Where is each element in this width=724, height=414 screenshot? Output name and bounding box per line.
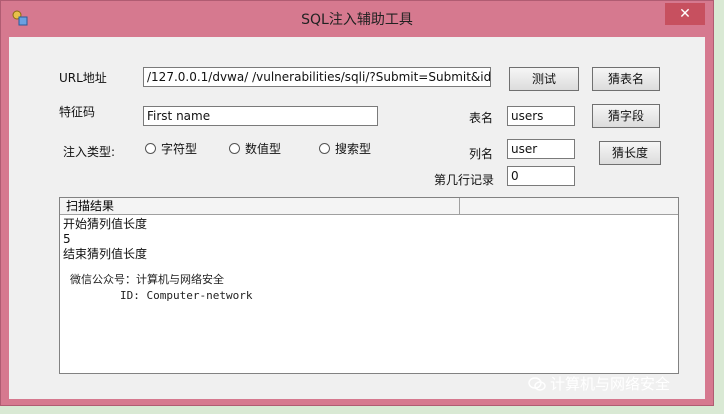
watermark-text: 计算机与网络安全 <box>550 375 671 393</box>
result-line: 开始猜列值长度 <box>63 217 148 231</box>
guess-length-button[interactable]: 猜长度 <box>599 141 661 165</box>
feature-input[interactable]: First name <box>143 106 378 126</box>
table-name-label: 表名 <box>469 111 494 125</box>
client-area: URL地址 /127.0.0.1/dvwa/ /vulnerabilities/… <box>9 37 705 399</box>
results-body: 开始猜列值长度 5 结束猜列值长度 微信公众号：计算机与网络安全 ID: Com… <box>63 217 252 304</box>
watermark: 计算机与网络安全 <box>528 373 670 394</box>
wechat-line: 微信公众号：计算机与网络安全 <box>70 273 224 286</box>
results-column-header[interactable]: 扫描结果 <box>60 198 460 214</box>
radio-search-type[interactable]: 搜索型 <box>319 140 371 157</box>
window-title: SQL注入辅助工具 <box>301 12 413 28</box>
table-name-input[interactable]: users <box>507 106 575 126</box>
radio-numeric-label: 数值型 <box>245 142 282 156</box>
url-input[interactable]: /127.0.0.1/dvwa/ /vulnerabilities/sqli/?… <box>143 67 491 87</box>
radio-circle-icon <box>319 143 330 154</box>
row-number-label: 第几行记录 <box>434 173 495 187</box>
radio-circle-icon <box>229 143 240 154</box>
wechat-icon <box>528 377 546 391</box>
column-name-input[interactable]: user <box>507 139 575 159</box>
main-window: SQL注入辅助工具 ✕ URL地址 /127.0.0.1/dvwa/ /vuln… <box>0 0 714 406</box>
close-button[interactable]: ✕ <box>665 3 705 25</box>
radio-char-type[interactable]: 字符型 <box>145 140 197 157</box>
scan-results-list[interactable]: 扫描结果 开始猜列值长度 5 结束猜列值长度 微信公众号：计算机与网络安全 ID… <box>59 197 679 374</box>
radio-char-label: 字符型 <box>161 142 198 156</box>
row-number-input[interactable]: 0 <box>507 166 575 186</box>
column-name-label: 列名 <box>469 147 494 161</box>
radio-search-label: 搜索型 <box>335 142 372 156</box>
inject-type-label: 注入类型: <box>63 145 116 159</box>
result-line: 结束猜列值长度 <box>63 247 148 261</box>
url-label: URL地址 <box>59 71 107 85</box>
radio-numeric-type[interactable]: 数值型 <box>229 140 281 157</box>
test-button[interactable]: 测试 <box>509 67 579 91</box>
feature-label: 特征码 <box>59 105 96 119</box>
radio-circle-icon <box>145 143 156 154</box>
results-header: 扫描结果 <box>60 198 678 215</box>
title-bar: SQL注入辅助工具 ✕ <box>1 1 713 37</box>
id-line: ID: Computer-network <box>120 289 253 302</box>
guess-table-button[interactable]: 猜表名 <box>592 67 660 91</box>
guess-field-button[interactable]: 猜字段 <box>592 104 660 128</box>
result-line: 5 <box>63 232 71 246</box>
